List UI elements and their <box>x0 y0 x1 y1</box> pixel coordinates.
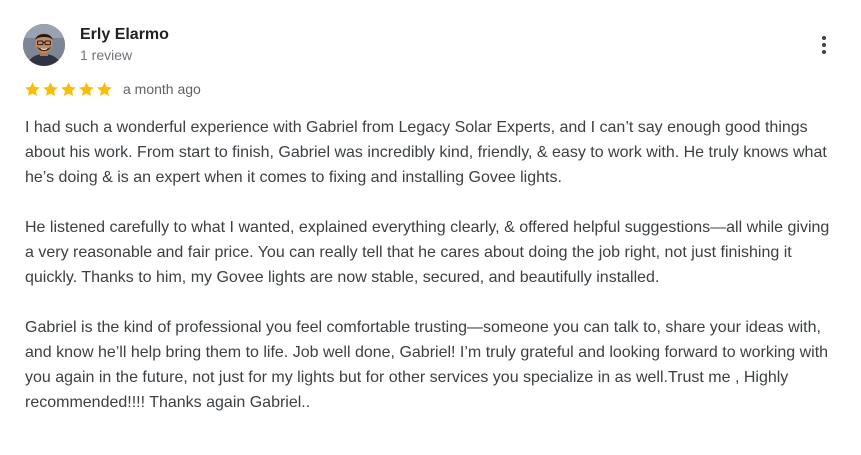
reviewer-name[interactable]: Erly Elarmo <box>80 25 169 45</box>
review-count: 1 review <box>80 47 133 63</box>
review-date: a month ago <box>123 81 201 97</box>
more-vert-icon-dot <box>822 43 826 47</box>
review-card: Erly Elarmo 1 review a month ago I had s… <box>0 0 861 455</box>
review-text: I had such a wonderful experience with G… <box>25 115 840 440</box>
rating-row: a month ago <box>24 79 201 99</box>
more-vert-icon-dot <box>822 50 826 54</box>
avatar[interactable] <box>23 24 65 66</box>
star-icon <box>43 81 58 96</box>
star-rating <box>24 81 113 98</box>
more-vert-icon <box>822 36 826 40</box>
star-icon <box>61 81 76 96</box>
reviewer-photo <box>23 24 65 66</box>
review-paragraph: He listened carefully to what I wanted, … <box>25 219 830 286</box>
star-icon <box>79 81 94 96</box>
review-paragraph: Gabriel is the kind of professional you … <box>25 319 829 411</box>
star-icon <box>25 81 40 96</box>
more-options-button[interactable] <box>812 32 836 58</box>
star-icon <box>97 81 112 96</box>
review-paragraph: I had such a wonderful experience with G… <box>25 119 827 186</box>
